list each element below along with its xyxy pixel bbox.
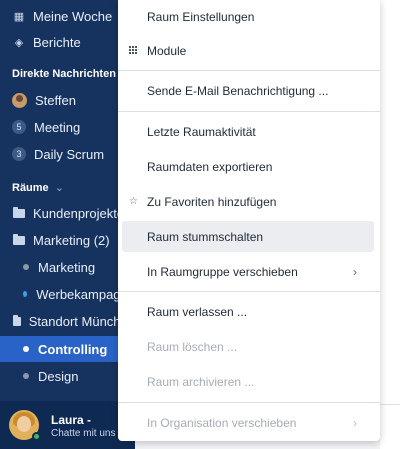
menu-item-label: In Organisation verschieben [147, 415, 297, 430]
divider [380, 404, 400, 405]
menu-item-label: Sende E-Mail Benachrichtigung ... [147, 83, 329, 98]
avatar [12, 92, 27, 108]
sidebar-item-label: Meine Woche [33, 8, 113, 24]
dm-label: Daily Scrum [34, 146, 105, 162]
menu-item-module[interactable]: Module [118, 35, 380, 66]
menu-item-label: Raum archivieren ... [147, 374, 255, 389]
section-title-direct-messages: Direkte Nachrichten [12, 68, 116, 80]
star-icon: ☆ [129, 196, 138, 207]
calendar-icon: ▦ [13, 10, 25, 23]
room-label: Marketing (2) [33, 232, 110, 248]
user-status-text: Chatte mit uns [51, 428, 116, 439]
menu-item-zu-favoriten[interactable]: ☆ Zu Favoriten hinzufügen [118, 186, 380, 217]
menu-item-raum-verlassen[interactable]: Raum verlassen ... [118, 296, 380, 327]
section-title-rooms[interactable]: Räume ⌄ [12, 181, 64, 194]
menu-item-raum-stummschalten[interactable]: Raum stummschalten [122, 221, 374, 252]
online-status-icon [32, 432, 41, 441]
menu-item-label: Raum löschen ... [147, 339, 238, 354]
menu-item-raum-einstellungen[interactable]: Raum Einstellungen [118, 1, 380, 32]
menu-item-raum-loeschen: Raum löschen ... [118, 331, 380, 362]
chevron-down-icon: ⌄ [54, 182, 64, 194]
room-status-dot [23, 264, 29, 270]
menu-item-in-raumgruppe-verschieben[interactable]: In Raumgruppe verschieben › [118, 256, 380, 287]
member-count-badge: 5 [12, 120, 26, 134]
menu-item-sende-email[interactable]: Sende E-Mail Benachrichtigung ... [118, 75, 380, 106]
room-folder-kundenprojekte[interactable]: Kundenprojekte [0, 200, 135, 226]
sidebar-item-berichte[interactable]: ◈ Berichte [0, 29, 135, 55]
menu-divider [118, 291, 380, 292]
room-status-dot [23, 373, 29, 379]
room-status-dot [23, 291, 28, 297]
chevron-right-icon: › [353, 415, 357, 430]
menu-divider [118, 402, 380, 403]
room-label: Controlling [38, 341, 108, 357]
room-folder-marketing[interactable]: Marketing (2) [0, 227, 135, 253]
user-name: Laura - [51, 413, 92, 427]
room-label: Marketing [38, 259, 96, 275]
menu-item-label: Module [147, 43, 187, 58]
menu-item-label: Raum verlassen ... [147, 304, 248, 319]
folder-icon [13, 233, 25, 245]
menu-item-label: Letzte Raumaktivität [147, 124, 256, 139]
menu-item-raum-archivieren: Raum archivieren ... [118, 366, 380, 397]
rooms-title-label: Räume [12, 182, 49, 194]
menu-item-raumdaten-exportieren[interactable]: Raumdaten exportieren [118, 151, 380, 182]
layers-icon: ◈ [14, 36, 24, 49]
menu-item-label: Raum stummschalten [147, 229, 264, 244]
sidebar-item-label: Berichte [33, 34, 81, 50]
menu-item-label: Zu Favoriten hinzufügen [147, 194, 277, 209]
room-item-marketing[interactable]: Marketing [0, 254, 135, 280]
menu-item-label: In Raumgruppe verschieben [147, 264, 298, 279]
dm-label: Meeting [34, 119, 81, 135]
room-label: Kundenprojekte [33, 205, 125, 221]
room-options-menu: Raum Einstellungen Module Sende E-Mail B… [118, 0, 380, 441]
grid-icon [129, 46, 138, 55]
member-count-badge: 3 [12, 147, 26, 161]
dm-label: Steffen [35, 92, 76, 108]
chevron-right-icon: › [353, 264, 357, 279]
menu-item-label: Raum Einstellungen [147, 9, 255, 24]
dm-item-meeting[interactable]: 5 Meeting [0, 114, 135, 140]
menu-item-in-organisation-verschieben: In Organisation verschieben › [118, 407, 380, 438]
room-label: Design [38, 368, 79, 384]
sidebar: ▦ Meine Woche ◈ Berichte Direkte Nachric… [0, 0, 135, 449]
folder-icon [13, 314, 21, 326]
user-footer[interactable]: Laura - Chatte mit uns [0, 401, 135, 449]
main-background [380, 0, 400, 449]
room-folder-standort-muenchen[interactable]: Standort München [0, 308, 135, 334]
room-item-controlling[interactable]: Controlling [0, 336, 135, 362]
menu-item-letzte-raumaktivitaet[interactable]: Letzte Raumaktivität [118, 116, 380, 147]
folder-icon [13, 206, 25, 218]
menu-item-label: Raumdaten exportieren [147, 159, 273, 174]
menu-divider [118, 111, 380, 112]
room-status-dot [23, 346, 29, 352]
dm-item-steffen[interactable]: Steffen [0, 87, 135, 113]
dm-item-daily-scrum[interactable]: 3 Daily Scrum [0, 141, 135, 167]
sidebar-item-meine-woche[interactable]: ▦ Meine Woche [0, 3, 135, 29]
room-item-design[interactable]: Design [0, 363, 135, 389]
menu-divider [118, 70, 380, 71]
room-item-werbekampagne[interactable]: Werbekampagne [0, 281, 135, 307]
